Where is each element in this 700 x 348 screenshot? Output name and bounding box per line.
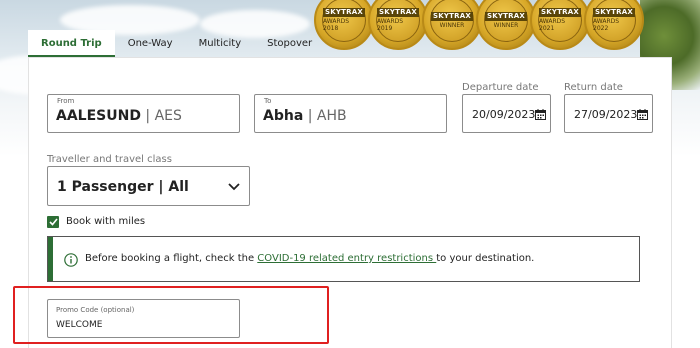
book-with-miles-checkbox[interactable] (47, 216, 59, 228)
tab-one-way[interactable]: One-Way (115, 30, 186, 57)
tab-stopover[interactable]: Stopover (254, 30, 325, 57)
from-label: From (57, 97, 75, 105)
from-value: AALESUND | AES (56, 108, 182, 124)
departure-date-value: 20/09/2023 (472, 108, 536, 121)
award-medals: SKYTRAX AWARDS 2018 SKYTRAX AWARDS 2019 SK… (314, 0, 654, 56)
notice-accent-bar (48, 237, 53, 281)
departure-date-label: Departure date (462, 82, 539, 93)
skytrax-medal: SKYTRAX AWARDS 2021 (530, 0, 590, 50)
promo-code-field[interactable]: Promo Code (optional) WELCOME (47, 299, 240, 338)
info-icon (64, 253, 78, 267)
to-field[interactable]: To Abha | AHB (254, 94, 447, 133)
tab-multicity[interactable]: Multicity (186, 30, 255, 57)
covid-notice: Before booking a flight, check the COVID… (47, 236, 640, 282)
calendar-icon (535, 109, 546, 120)
traveller-select[interactable]: 1 Passenger | All (47, 166, 250, 206)
calendar-icon (637, 109, 648, 120)
chevron-down-icon (228, 183, 240, 191)
from-field[interactable]: From AALESUND | AES (47, 94, 240, 133)
departure-date-field[interactable]: 20/09/2023 (462, 94, 551, 133)
to-value: Abha | AHB (263, 108, 347, 124)
covid-restrictions-link[interactable]: COVID-19 related entry restrictions (257, 253, 436, 264)
return-date-field[interactable]: 27/09/2023 (564, 94, 653, 133)
promo-code-label: Promo Code (optional) (56, 306, 135, 314)
return-date-label: Return date (564, 82, 623, 93)
traveller-value: 1 Passenger | All (57, 179, 189, 195)
tab-round-trip[interactable]: Round Trip (28, 30, 115, 57)
skytrax-medal: SKYTRAX AWARDS 2022 (584, 0, 644, 50)
skytrax-medal: SKYTRAX WINNER (422, 0, 482, 50)
skytrax-medal: SKYTRAX WINNER (476, 0, 536, 50)
return-date-value: 27/09/2023 (574, 108, 638, 121)
traveller-label: Traveller and travel class (47, 154, 172, 165)
book-with-miles-label: Book with miles (66, 216, 146, 227)
skytrax-medal: SKYTRAX AWARDS 2019 (368, 0, 428, 50)
trip-type-tabs: Round Trip One-Way Multicity Stopover (28, 30, 325, 57)
promo-code-value: WELCOME (56, 320, 103, 330)
checkmark-icon (48, 218, 58, 226)
to-label: To (264, 97, 272, 105)
notice-text: Before booking a flight, check the COVID… (85, 253, 535, 264)
booking-panel: From AALESUND | AES To Abha | AHB Depart… (13, 57, 672, 348)
